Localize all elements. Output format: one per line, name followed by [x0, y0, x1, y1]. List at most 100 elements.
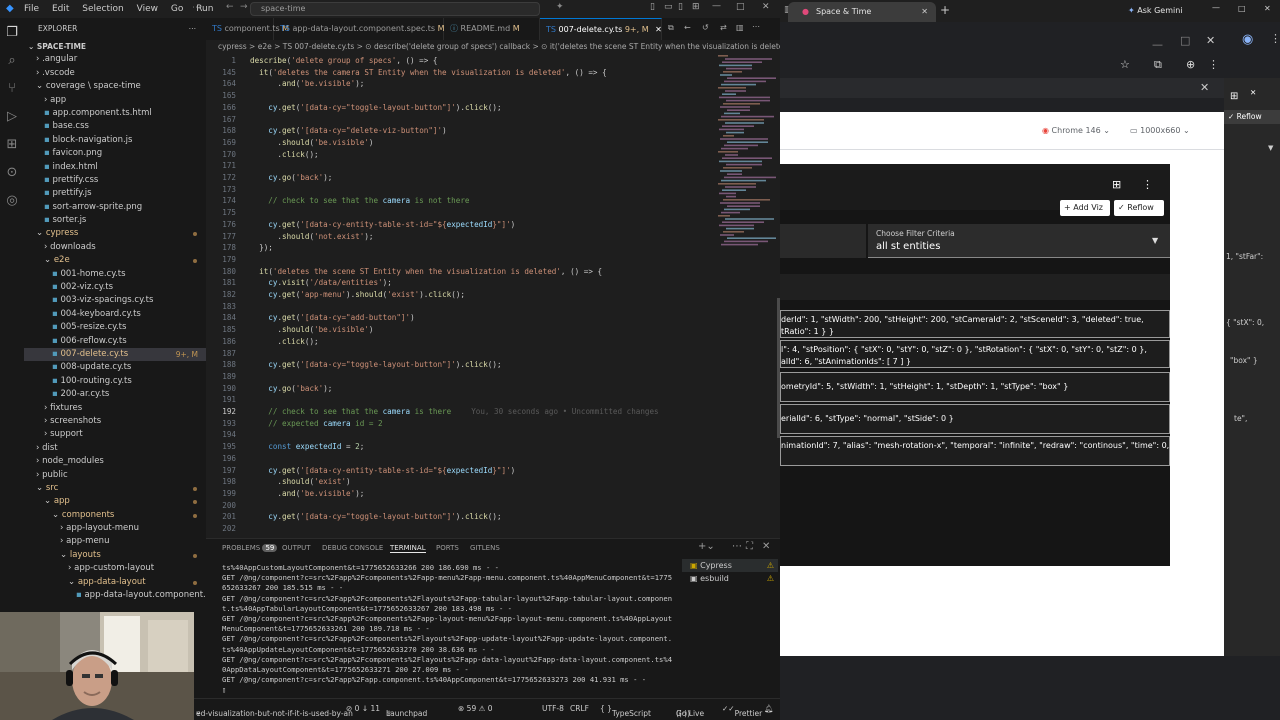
tree-item[interactable]: › app [24, 94, 206, 107]
tree-item[interactable]: ▪ favicon.png [24, 147, 206, 160]
back-arrow-icon[interactable]: ← [226, 2, 234, 12]
tree-item[interactable]: ▪ sorter.js [24, 214, 206, 227]
device-browser-select[interactable]: ◉ Chrome 146 ⌄ [1042, 126, 1110, 135]
browser-minimize-icon[interactable]: — [1212, 3, 1220, 12]
encoding-status[interactable]: UTF-8 [542, 704, 564, 713]
tree-item[interactable]: ▪ 001-home.cy.ts [24, 268, 206, 281]
split-right-icon[interactable]: ▥ [736, 23, 744, 32]
code-line[interactable]: 178 }); [206, 242, 716, 254]
compare-icon[interactable]: ⇄ [720, 23, 727, 32]
menu-file[interactable]: File [24, 4, 39, 14]
devtools-close-icon[interactable]: ✕ [1200, 81, 1209, 94]
inner-maximize-icon[interactable]: □ [1180, 34, 1190, 47]
tree-item[interactable]: › support [24, 428, 206, 441]
code-line[interactable]: 195 const expectedId = 2; [206, 441, 716, 453]
minimize-icon[interactable]: — [712, 1, 721, 11]
tree-item[interactable]: ▪ 006-reflow.cy.ts [24, 335, 206, 348]
code-line[interactable]: 201 cy.get('[data-cy="toggle-layout-butt… [206, 511, 716, 523]
maximize-icon[interactable]: □ [736, 2, 745, 12]
tree-item[interactable]: › fixtures [24, 402, 206, 415]
editor-more-icon[interactable]: ⋯ [752, 22, 760, 31]
entity-row[interactable]: derId": 1, "stWidth": 200, "stHeight": 2… [780, 310, 1170, 338]
code-line[interactable]: 187 [206, 348, 716, 360]
code-line[interactable]: 164 .and('be.visible'); [206, 78, 716, 90]
tree-item[interactable]: ⌄ cypress [24, 227, 206, 240]
code-line[interactable]: 170 .click(); [206, 149, 716, 161]
more-menu-icon[interactable]: ⋯ [192, 3, 201, 13]
toggle-panel-icon[interactable]: ▭ [664, 2, 673, 12]
tree-item[interactable]: ▪ app-data-layout.component.html [24, 589, 206, 602]
revert-icon[interactable]: ↺ [702, 23, 709, 32]
code-line[interactable]: 183 [206, 301, 716, 313]
bookmark-star-icon[interactable]: ☆ [1120, 58, 1130, 71]
tree-item[interactable]: › screenshots [24, 415, 206, 428]
tab-007-delete[interactable]: TS 007-delete.cy.ts 9+, M ✕ [540, 18, 662, 40]
entity-row[interactable]: nimationId": 7, "alias": "mesh-rotation-… [780, 436, 1170, 466]
project-root[interactable]: ⌄ SPACE-TIME [24, 40, 206, 53]
language-status[interactable]: { } TypeScript [600, 704, 651, 718]
inner-close-icon[interactable]: ✕ [1206, 34, 1215, 47]
tree-item[interactable]: ⌄ app [24, 495, 206, 508]
command-center-search[interactable]: space-time [250, 2, 540, 16]
close-tab-icon[interactable]: ✕ [921, 2, 928, 22]
browser-close-icon[interactable]: ✕ [1264, 4, 1271, 13]
entity-row[interactable]: l": 4, "stPosition": { "stX": 0, "stY": … [780, 340, 1170, 368]
tab-output[interactable]: OUTPUT [282, 544, 311, 552]
tree-item[interactable]: ▪ app.component.ts.html [24, 107, 206, 120]
tree-item[interactable]: ▪ 005-resize.cy.ts [24, 321, 206, 334]
add-viz-button[interactable]: + Add Viz [1060, 200, 1110, 216]
tab-ports[interactable]: PORTS [436, 544, 459, 552]
tab-readme[interactable]: ⓘ README.md M [444, 18, 540, 40]
tree-item[interactable]: › downloads [24, 241, 206, 254]
browser-menu-icon[interactable]: ⋮ [1270, 32, 1280, 45]
terminal-output[interactable]: ts%40AppCustomLayoutComponent&t=17756526… [222, 563, 677, 693]
tree-item[interactable]: › app-menu [24, 535, 206, 548]
prettier-status[interactable]: ✓✓ Prettier [722, 704, 762, 718]
ask-gemini-button[interactable]: ✦ Ask Gemini [1122, 3, 1189, 19]
code-line[interactable]: 196 [206, 453, 716, 465]
tab-problems[interactable]: PROBLEMS 59 [222, 544, 278, 552]
code-line[interactable]: 177 .should('not.exist'); [206, 231, 716, 243]
code-line[interactable]: 182 cy.get('app-menu').should('exist').c… [206, 289, 716, 301]
extensions-icon[interactable]: ⊞ [0, 130, 24, 158]
menu-go[interactable]: Go [171, 4, 183, 14]
source-control-icon[interactable]: ⑂ [0, 74, 24, 102]
code-line[interactable]: 172 cy.go('back'); [206, 172, 716, 184]
code-line[interactable]: 167 [206, 114, 716, 126]
filter-select[interactable]: Choose Filter Criteria all st entities ▼ [868, 224, 1170, 258]
toggle-secondary-icon[interactable]: ▯ [678, 2, 683, 12]
tab-debug-console[interactable]: DEBUG CONSOLE [322, 544, 383, 552]
code-line[interactable]: 181 cy.visit('/data/entities'); [206, 277, 716, 289]
code-line[interactable]: 193 // expected camera id = 2 [206, 418, 716, 430]
tree-item[interactable]: ▪ 008-update.cy.ts [24, 361, 206, 374]
devtools-close-panel-icon[interactable]: ✕ [1250, 88, 1256, 97]
problems-status[interactable]: ⊗ 59 ⚠ 0 [458, 704, 492, 713]
code-line[interactable]: 200 [206, 500, 716, 512]
code-line[interactable]: 165 [206, 90, 716, 102]
tab-component-ts[interactable]: TS component.ts M [206, 18, 289, 40]
apps-grid-icon[interactable]: ⊞ [1112, 178, 1121, 191]
close-window-icon[interactable]: ✕ [762, 2, 770, 12]
tree-item[interactable]: › public [24, 469, 206, 482]
explorer-icon[interactable]: ❐ [0, 18, 24, 46]
notifications-icon[interactable]: 🔔︎ [764, 704, 774, 713]
panel-more-icon[interactable]: ⋯ [732, 541, 742, 552]
terminal-item-cypress[interactable]: ▣ Cypress ⚠ [682, 559, 778, 572]
code-line[interactable]: 188 cy.get('[data-cy="toggle-layout-butt… [206, 359, 716, 371]
code-line[interactable]: 184 cy.get('[data-cy="add-button"]') [206, 312, 716, 324]
copilot-icon[interactable]: ✦ [556, 2, 564, 12]
tree-item[interactable]: ▪ 002-viz.cy.ts [24, 281, 206, 294]
tab-gitlens[interactable]: GITLENS [470, 544, 500, 552]
breadcrumb[interactable]: cypress > e2e > TS 007-delete.cy.ts > ⊙ … [206, 40, 780, 54]
code-line[interactable]: 198 .should('exist') [206, 476, 716, 488]
tree-item[interactable]: › app-custom-layout [24, 562, 206, 575]
code-line[interactable]: 174 // check to see that the camera is n… [206, 195, 716, 207]
tree-item[interactable]: ▪ 100-routing.cy.ts [24, 375, 206, 388]
new-tab-icon[interactable]: + [940, 3, 950, 17]
toggle-sidebar-icon[interactable]: ▯ [650, 2, 655, 12]
code-line[interactable]: 199 .and('be.visible'); [206, 488, 716, 500]
tree-item[interactable]: ▪ 003-viz-spacings.cy.ts [24, 294, 206, 307]
tree-item[interactable]: ▪ block-navigation.js [24, 134, 206, 147]
extension-icon[interactable]: ⊕ [1186, 58, 1195, 71]
code-line[interactable]: 166 cy.get('[data-cy="toggle-layout-butt… [206, 102, 716, 114]
